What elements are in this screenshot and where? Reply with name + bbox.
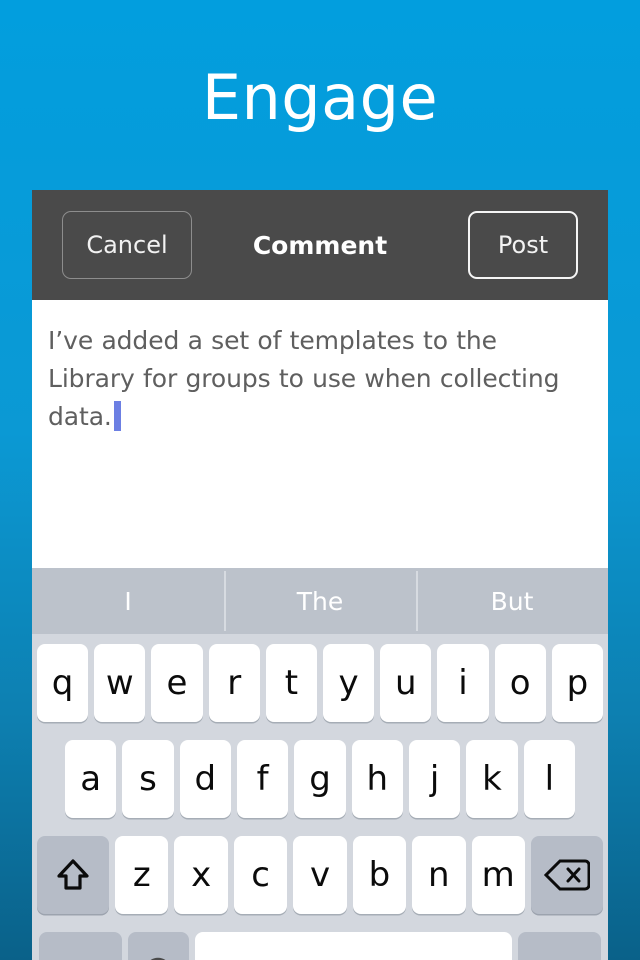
key-d[interactable]: d <box>179 740 231 818</box>
key-i[interactable]: i <box>437 644 489 722</box>
comment-modal: Cancel Comment Post I’ve added a set of … <box>32 190 608 960</box>
space-key[interactable] <box>194 932 513 960</box>
backspace-icon <box>543 858 590 892</box>
key-t[interactable]: t <box>265 644 317 722</box>
cancel-button[interactable]: Cancel <box>62 211 192 279</box>
key-v[interactable]: v <box>293 836 347 914</box>
key-w[interactable]: w <box>94 644 146 722</box>
comment-textarea[interactable]: I’ve added a set of templates to the Lib… <box>32 300 608 568</box>
key-y[interactable]: y <box>323 644 375 722</box>
key-j[interactable]: j <box>408 740 461 818</box>
key-c[interactable]: c <box>233 836 288 914</box>
suggestion-bar: I The But <box>32 568 608 634</box>
on-screen-keyboard: I The But q w e r t y u i o p a s d f g … <box>32 568 608 960</box>
key-k[interactable]: k <box>466 740 518 818</box>
key-l[interactable]: l <box>523 740 575 818</box>
comment-text: I’ve added a set of templates to the Lib… <box>48 326 560 431</box>
key-f[interactable]: f <box>237 740 289 818</box>
emoji-icon <box>143 956 173 960</box>
key-e[interactable]: e <box>151 644 203 722</box>
key-q[interactable]: q <box>36 644 89 722</box>
text-caret <box>113 401 121 431</box>
emoji-key[interactable] <box>127 932 189 960</box>
modal-header: Cancel Comment Post <box>32 190 608 300</box>
key-o[interactable]: o <box>494 644 546 722</box>
keyboard-row-1: q w e r t y u i o p <box>32 644 608 740</box>
keyboard-rows: q w e r t y u i o p a s d f g h j k l z … <box>32 634 608 960</box>
key-m[interactable]: m <box>471 836 525 914</box>
keyboard-row-4 <box>32 932 608 960</box>
key-p[interactable]: p <box>551 644 604 722</box>
suggestion-item-2[interactable]: The <box>224 568 416 634</box>
key-g[interactable]: g <box>294 740 346 818</box>
key-n[interactable]: n <box>412 836 466 914</box>
key-z[interactable]: z <box>115 836 169 914</box>
key-s[interactable]: s <box>122 740 174 818</box>
key-u[interactable]: u <box>380 644 432 722</box>
suggestion-item-3[interactable]: But <box>416 568 608 634</box>
keyboard-row-3: z x c v b n m <box>32 836 608 932</box>
return-key[interactable] <box>518 932 601 960</box>
key-b[interactable]: b <box>352 836 407 914</box>
keyboard-row-2: a s d f g h j k l <box>32 740 608 836</box>
numbers-key[interactable] <box>39 932 122 960</box>
backspace-key[interactable] <box>530 836 604 914</box>
key-x[interactable]: x <box>174 836 228 914</box>
post-button[interactable]: Post <box>468 211 578 279</box>
app-title: Engage <box>201 61 439 134</box>
suggestion-item-1[interactable]: I <box>32 568 224 634</box>
key-h[interactable]: h <box>351 740 403 818</box>
key-a[interactable]: a <box>65 740 117 818</box>
shift-arrow-icon <box>53 855 93 895</box>
key-r[interactable]: r <box>208 644 260 722</box>
shift-key[interactable] <box>36 836 110 914</box>
